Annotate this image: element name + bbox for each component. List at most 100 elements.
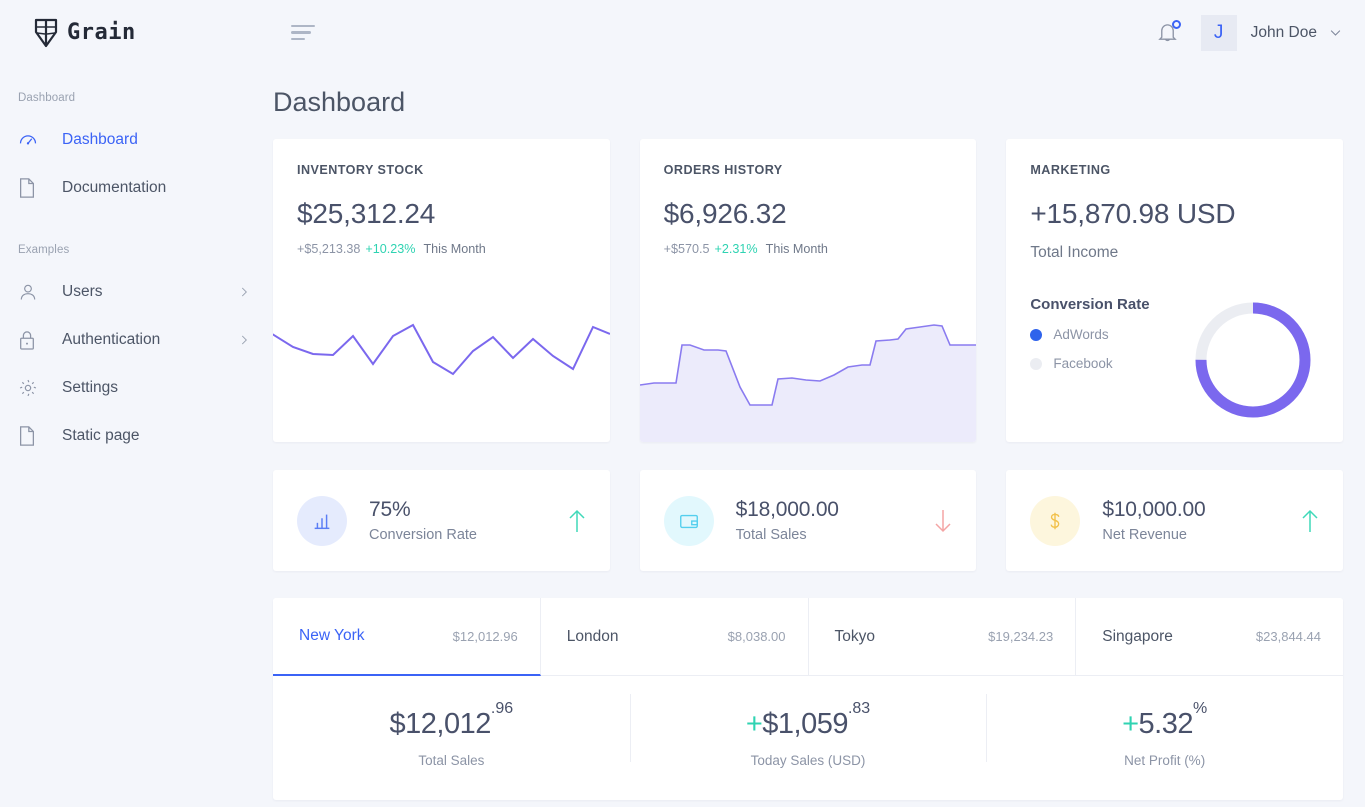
bottom-stat-sup: .96 [490,699,514,717]
wallet-icon [663,495,714,546]
tab-london[interactable]: London $8,038.00 [540,598,809,676]
card-kicker: MARKETING [1030,163,1111,177]
legend-label: AdWords [1053,327,1109,342]
tab-new-york[interactable]: New York $12,012.96 [273,598,541,676]
bottom-stat-label: Total Sales [418,753,485,768]
delta-period: This Month [423,242,486,256]
user-name[interactable]: John Doe [1251,24,1317,42]
hamburger-icon[interactable] [285,19,315,47]
avatar[interactable]: J [1200,14,1237,51]
sidebar-item-users[interactable]: Users [0,268,273,316]
stat-value: 75% [369,498,411,521]
orders-area-chart [639,324,977,442]
stat-label: Conversion Rate [369,527,477,543]
brand-logo[interactable]: Grain [0,0,273,65]
topbar: J John Doe [273,0,1365,65]
stat-card-total-sales: $18,000.00 Total Sales [639,470,977,571]
card-delta: +$570.5 +2.31% This Month [664,242,953,256]
delta-abs: +$5,213.38 [297,242,361,256]
chevron-right-icon [237,333,251,347]
bottom-stat-value: +$1,059.83 [630,700,987,741]
bottom-stat-main: 5.32 [1138,708,1194,740]
card-marketing: MARKETING +15,870.98 USD Total Income Co… [1006,139,1344,442]
tab-singapore[interactable]: Singapore $23,844.44 [1076,598,1343,676]
sidebar-item-settings[interactable]: Settings [0,364,273,412]
bottom-stat-sup: .83 [847,699,871,717]
topbar-right: J John Doe [1147,12,1343,54]
inventory-sparkline-chart [273,323,610,376]
tab-label: London [566,627,619,645]
card-inventory-stock: INVENTORY STOCK $25,312.24 +$5,213.38 +10… [273,139,610,442]
sidebar-item-authentication[interactable]: Authentication [0,316,273,364]
card-value: $25,312.24 [297,198,436,229]
tab-tokyo[interactable]: Tokyo $19,234.23 [808,598,1077,676]
card-orders-history: ORDERS HISTORY $6,926.32 +$570.5 +2.31% Th… [639,139,977,442]
delta-period: This Month [765,242,828,256]
bar-chart-icon [297,495,347,546]
bottom-stat-net-profit: +5.32% Net Profit (%) [986,694,1343,768]
gear-icon [18,378,44,398]
bottom-stat-value: +5.32% [986,700,1343,741]
sidebar-item-label: Settings [62,379,119,396]
card-delta: +$5,213.38 +10.23% This Month [297,242,586,256]
card-kicker: ORDERS HISTORY [663,163,783,177]
tab-value: $19,234.23 [988,629,1054,644]
bottom-stat-total-sales: $12,012.96 Total Sales [273,700,630,768]
sidebar-item-static-page[interactable]: Static page [0,412,273,460]
dollar-icon [1030,495,1081,546]
stat-body: 75% Conversion Rate [369,498,477,543]
bottom-stat-main: $1,059 [762,708,848,740]
stat-cards-row: 75% Conversion Rate $18,000.00 Total Sal… [273,470,1344,571]
notification-badge [1171,19,1181,29]
city-tabs: New York $12,012.96 London $8,038.00 Tok… [273,598,1343,676]
legend-dot [1030,357,1043,370]
bottom-stat-main: $12,012 [389,708,492,740]
card-value: +15,870.98 USD [1030,198,1236,229]
brand-name: Grain [67,20,136,45]
stat-label: Net Revenue [1102,527,1187,543]
tab-value: $23,844.44 [1255,629,1321,644]
sidebar-item-dashboard[interactable]: Dashboard [0,116,273,164]
legend-label: Facebook [1053,356,1113,371]
stat-value: $18,000.00 [735,498,839,521]
bottom-stat-value: $12,012.96 [273,700,630,741]
stat-body: $18,000.00 Total Sales [736,498,839,543]
sidebar-section-examples-label: Examples [18,244,70,256]
sidebar-item-label: Users [62,283,103,300]
legend-dot [1030,328,1043,341]
delta-pct: +10.23% [365,242,416,256]
main-area: J John Doe Dashboard INVENTORY STOCK $25… [273,0,1365,807]
stat-card-net-revenue: $10,000.00 Net Revenue [1006,470,1344,571]
trend-up-icon [566,507,588,535]
tab-label: Tokyo [834,627,876,645]
document-icon [18,426,44,446]
stat-label: Total Sales [735,527,807,543]
tab-label: New York [299,627,365,644]
sidebar: Grain Dashboard Dashboard Documentation … [0,0,273,807]
notifications-button[interactable] [1147,12,1189,54]
big-cards-row: INVENTORY STOCK $25,312.24 +$5,213.38 +10… [273,139,1344,442]
user-icon [18,282,44,302]
stat-value: $10,000.00 [1102,498,1206,521]
sidebar-item-label: Static page [62,427,140,444]
trend-up-icon [1299,507,1321,535]
stat-body: $10,000.00 Net Revenue [1102,498,1205,543]
bottom-stat-plus: + [1122,708,1139,740]
delta-pct: +2.31% [714,242,758,256]
bottom-stat-plus: + [745,708,763,740]
bottom-stat-label: Today Sales (USD) [750,753,866,768]
card-subtitle: Total Income [1030,244,1119,261]
sidebar-item-documentation[interactable]: Documentation [0,164,273,212]
sidebar-item-label: Dashboard [62,131,138,148]
sidebar-item-label: Authentication [62,331,161,348]
chevron-down-icon[interactable] [1328,25,1343,40]
content: Dashboard INVENTORY STOCK $25,312.24 +$5… [273,65,1365,800]
app-root: Grain Dashboard Dashboard Documentation … [0,0,1365,807]
bottom-stat-today-sales: +$1,059.83 Today Sales (USD) [629,694,987,768]
lock-icon [18,330,44,350]
tab-value: $12,012.96 [452,628,518,644]
gauge-icon [18,130,44,150]
sidebar-section-dashboard-label: Dashboard [18,92,76,104]
tab-label: Singapore [1102,627,1173,645]
trend-down-icon [932,507,954,535]
